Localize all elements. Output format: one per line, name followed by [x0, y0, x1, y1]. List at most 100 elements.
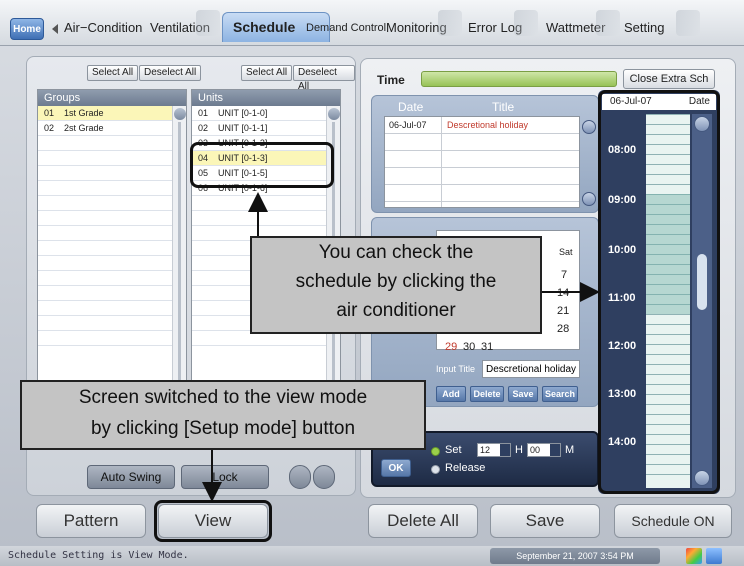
minute-select[interactable]: 00: [527, 443, 561, 457]
callout-line: by clicking [Setup mode] button: [90, 418, 356, 439]
unit-row[interactable]: 02 UNIT [0-1-1]: [192, 121, 340, 136]
pattern-button[interactable]: Pattern: [36, 504, 146, 538]
calendar-save-button[interactable]: Save: [508, 386, 538, 402]
ok-button[interactable]: OK: [381, 459, 411, 477]
unit-row-number: 02: [198, 123, 209, 133]
group-row-empty: [38, 331, 186, 346]
groups-scrollbar[interactable]: [172, 106, 186, 396]
calendar-day[interactable]: 7: [561, 269, 567, 281]
schedule-title-header: Title: [492, 100, 515, 114]
group-row-empty: [38, 271, 186, 286]
group-row-empty: [38, 301, 186, 316]
callout-line: You can check the: [318, 242, 474, 263]
search-button[interactable]: Search: [542, 386, 578, 402]
ventilation-icon: [196, 10, 220, 36]
tab-demand-control[interactable]: Demand Control: [306, 22, 386, 34]
tab-scroll-left-icon[interactable]: [52, 24, 58, 34]
close-extra-schedule-button[interactable]: Close Extra Sch: [623, 69, 715, 89]
network-status-icon[interactable]: [686, 548, 702, 564]
set-label: Set: [445, 444, 462, 456]
page-up-icon[interactable]: [289, 465, 311, 489]
schedule-row[interactable]: 06-Jul-07 Descretional holiday: [385, 117, 579, 134]
time-label: Time: [377, 73, 405, 87]
group-row-empty: [38, 256, 186, 271]
unit-row-number: 01: [198, 108, 209, 118]
save-button[interactable]: Save: [490, 504, 600, 538]
status-bar: Schedule Setting is View Mode. September…: [0, 546, 744, 566]
group-row-empty: [38, 166, 186, 181]
group-row-empty: [38, 136, 186, 151]
callout-line: air conditioner: [336, 300, 456, 321]
group-row[interactable]: 02 2st Grade: [38, 121, 186, 136]
view-button-highlight-box: [154, 500, 272, 542]
delete-button[interactable]: Delete: [470, 386, 504, 402]
status-message: Schedule Setting is View Mode.: [8, 550, 189, 561]
home-button[interactable]: Home: [10, 18, 44, 40]
schedule-row-date: 06-Jul-07: [389, 120, 427, 130]
calendar-day[interactable]: 21: [557, 305, 569, 317]
error-log-icon: [514, 10, 538, 36]
calendar-day[interactable]: 28: [557, 323, 569, 335]
group-row-number: 02: [44, 123, 55, 133]
wattmeter-icon: [596, 10, 620, 36]
schedule-date-header: Date: [398, 100, 424, 114]
groups-select-all-button[interactable]: Select All: [87, 65, 139, 81]
units-list-header: Units: [192, 90, 340, 106]
input-title-label: Input Title: [436, 364, 476, 374]
delete-all-button[interactable]: Delete All: [368, 504, 478, 538]
group-row-name: 1st Grade: [64, 108, 104, 118]
scroll-up-icon[interactable]: [328, 108, 340, 120]
groups-deselect-all-button[interactable]: Deselect All: [139, 65, 202, 81]
unit-highlight-box: [190, 142, 334, 188]
group-row-empty: [38, 286, 186, 301]
add-button[interactable]: Add: [436, 386, 466, 402]
scroll-track[interactable]: [178, 122, 181, 380]
monitor-status-icon[interactable]: [706, 548, 722, 564]
callout-view-mode: Screen switched to the view mode by clic…: [20, 380, 426, 450]
scroll-up-icon[interactable]: [174, 108, 186, 120]
callout-check-schedule: You can check the schedule by clicking t…: [250, 236, 542, 334]
status-clock: September 21, 2007 3:54 PM: [490, 548, 660, 564]
schedule-row-empty: [385, 168, 579, 185]
groups-list: Groups 01 1st Grade 02 2st Grade: [37, 89, 187, 397]
timeline-highlight-box: [598, 90, 720, 494]
schedule-row-empty: [385, 185, 579, 202]
group-row-empty: [38, 226, 186, 241]
page-down-icon[interactable]: [313, 465, 335, 489]
tab-setting[interactable]: Setting: [624, 20, 664, 35]
unit-row-name: UNIT [0-1-1]: [218, 123, 268, 133]
schedule-table: 06-Jul-07 Descretional holiday: [384, 116, 580, 208]
unit-row[interactable]: 01 UNIT [0-1-0]: [192, 106, 340, 121]
units-deselect-all-button[interactable]: Deselect All: [293, 65, 355, 92]
unit-row-name: UNIT [0-1-0]: [218, 108, 268, 118]
monitoring-icon: [438, 10, 462, 36]
group-row-empty: [38, 316, 186, 331]
calendar-day[interactable]: 31: [481, 341, 493, 353]
scroll-up-icon[interactable]: [582, 120, 596, 134]
schedule-row-empty: [385, 134, 579, 151]
hour-unit-label: H: [515, 444, 523, 456]
tab-air-condition[interactable]: Air−Condition: [64, 20, 142, 35]
group-row-empty: [38, 241, 186, 256]
calendar-day[interactable]: 30: [463, 341, 475, 353]
scroll-down-icon[interactable]: [582, 192, 596, 206]
unit-row-empty: [192, 211, 340, 226]
group-row-number: 01: [44, 108, 55, 118]
input-title-field[interactable]: [482, 360, 580, 378]
hour-select[interactable]: 12: [477, 443, 511, 457]
lock-button[interactable]: Lock: [181, 465, 269, 489]
tab-bar: Home Air−Condition Ventilation Schedule …: [0, 0, 744, 46]
release-label: Release: [445, 462, 486, 474]
time-bar: [421, 71, 617, 87]
schedule-on-button[interactable]: Schedule ON: [614, 504, 732, 538]
group-row[interactable]: 01 1st Grade: [38, 106, 186, 121]
minute-unit-label: M: [565, 444, 575, 456]
schedule-app: Home Air−Condition Ventilation Schedule …: [0, 0, 744, 566]
calendar-day[interactable]: 14: [557, 287, 569, 299]
release-radio[interactable]: [431, 465, 440, 474]
callout-line: Screen switched to the view mode: [78, 387, 368, 408]
calendar-day[interactable]: 29: [445, 341, 457, 353]
auto-swing-button[interactable]: Auto Swing: [87, 465, 175, 489]
set-radio[interactable]: [431, 447, 440, 456]
units-select-all-button[interactable]: Select All: [241, 65, 293, 81]
